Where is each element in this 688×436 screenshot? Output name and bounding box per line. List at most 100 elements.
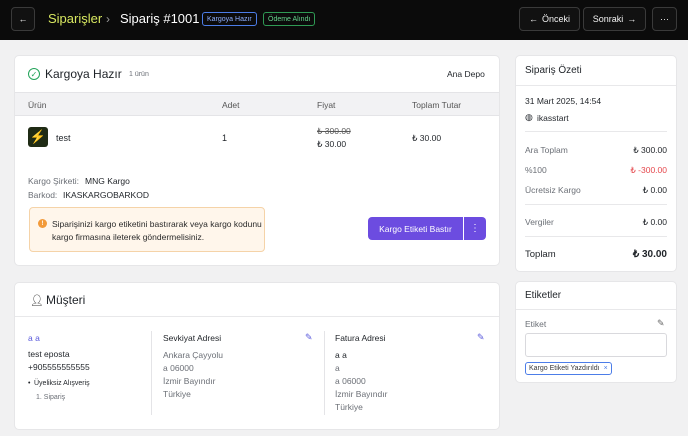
warning-text: Siparişinizi kargo etiketini bastırarak … [52, 219, 262, 242]
product-name[interactable]: test [56, 133, 71, 143]
column-total: Toplam Tutar [412, 100, 462, 110]
column-price: Fiyat [317, 100, 336, 110]
tags-card: Etiketler Etiket ✎ Kargo Etiketi Yazdırı… [515, 281, 677, 383]
back-button[interactable]: ← [11, 7, 35, 31]
summary-title: Sipariş Özeti [525, 65, 582, 76]
globe-icon: ◍ [525, 112, 533, 122]
barcode-value: IKASKARGOBARKOD [63, 190, 149, 200]
customer-name-link[interactable]: a a [28, 333, 40, 343]
subtotal-label: Ara Toplam [525, 145, 568, 155]
divider [525, 236, 667, 237]
shipping-line-3: İzmir Bayındır [163, 376, 216, 386]
summary-row-discount: %100 ₺ -300.00 [525, 165, 667, 176]
tag-chip: Kargo Etiketi Yazdırıldı × [525, 362, 612, 375]
previous-order-button[interactable]: ← Önceki [519, 7, 580, 31]
pencil-icon[interactable]: ✎ [657, 318, 665, 329]
subtotal-value: ₺ 300.00 [633, 145, 667, 155]
kebab-menu-icon: ⋮ [470, 223, 480, 234]
membership-status: Üyeliksiz Alışveriş [34, 380, 90, 387]
edit-billing-icon[interactable]: ✎ [477, 332, 485, 343]
divider [516, 85, 676, 86]
billing-line-3: İzmir Bayındır [335, 389, 388, 399]
order-count: 1. Sipariş [36, 394, 66, 401]
product-quantity: 1 [222, 133, 228, 143]
top-bar: ← Siparişler › Sipariş #1001 Kargoya Haz… [0, 0, 688, 40]
customer-title: Müşteri [46, 293, 86, 307]
product-old-price: ₺ 300.00 [317, 126, 351, 136]
divider [15, 316, 499, 317]
taxes-label: Vergiler [525, 217, 554, 227]
item-count: 1 ürün [129, 71, 149, 78]
table-header: Ürün Adet Fiyat Toplam Tutar [15, 92, 499, 116]
previous-label: Önceki [541, 14, 570, 24]
divider [151, 331, 152, 415]
fulfillment-title: Kargoya Hazır [45, 67, 122, 81]
shipping-label: Ücretsiz Kargo [525, 185, 581, 195]
billing-name: a a [335, 350, 347, 360]
arrow-left-icon: ← [18, 14, 28, 24]
carrier-label: Kargo Şirketi: [28, 176, 80, 186]
print-options-button[interactable]: ⋮ [464, 217, 486, 240]
total-value: ₺ 30.00 [632, 249, 667, 260]
shipping-value: ₺ 0.00 [642, 185, 667, 195]
shipping-line-1: Ankara Çayyolu [163, 350, 224, 360]
status-badge-payment: Ödeme Alındı [263, 12, 316, 26]
breadcrumb-orders-link[interactable]: Siparişler [48, 11, 102, 26]
summary-row-shipping: Ücretsiz Kargo ₺ 0.00 [525, 185, 667, 196]
tag-field-label: Etiket [525, 319, 547, 329]
warehouse-name: Ana Depo [447, 69, 485, 79]
summary-row-subtotal: Ara Toplam ₺ 300.00 [525, 145, 667, 156]
warning-icon: ! [38, 219, 47, 228]
customer-email: test eposta [28, 349, 70, 359]
barcode-label: Barkod: [28, 190, 58, 200]
divider [324, 331, 325, 415]
fulfillment-card: ✓ Kargoya Hazır 1 ürün Ana Depo Ürün Ade… [14, 55, 500, 266]
billing-line-1: a [335, 363, 340, 373]
shipping-line-4: Türkiye [163, 389, 191, 399]
more-actions-button[interactable]: ··· [652, 7, 677, 31]
order-date: 31 Mart 2025, 14:54 [525, 96, 602, 106]
customer-card: 👤︎ Müşteri a a test eposta +905555555555… [14, 282, 500, 430]
edit-shipping-icon[interactable]: ✎ [305, 332, 313, 343]
divider [516, 309, 676, 310]
arrow-right-icon: → [627, 14, 637, 24]
billing-address-title: Fatura Adresi [335, 333, 386, 343]
divider [525, 131, 667, 132]
customer-phone: +905555555555 [28, 362, 90, 372]
remove-tag-icon[interactable]: × [604, 365, 608, 372]
shipping-address-title: Sevkiyat Adresi [163, 333, 222, 343]
product-total: ₺ 30.00 [412, 133, 442, 143]
next-label: Sonraki [592, 14, 624, 24]
column-product: Ürün [28, 100, 47, 110]
print-label-button[interactable]: Kargo Etiketi Bastır [368, 217, 463, 240]
sales-channel: ikasstart [537, 113, 569, 123]
check-circle-icon: ✓ [28, 68, 40, 80]
billing-line-4: Türkiye [335, 402, 363, 412]
membership-bullet: • [28, 380, 31, 387]
billing-line-2: a 06000 [335, 376, 366, 386]
next-order-button[interactable]: Sonraki → [583, 7, 646, 31]
divider [525, 204, 667, 205]
product-price: ₺ 30.00 [317, 139, 347, 149]
discount-label: %100 [525, 165, 547, 175]
shipping-line-2: a 06000 [163, 363, 194, 373]
shipping-warning: ! Siparişinizi kargo etiketini bastırara… [29, 207, 265, 252]
summary-row-total: Toplam ₺ 30.00 [525, 249, 667, 260]
tag-input[interactable] [525, 333, 667, 357]
page-title: Sipariş #1001 [120, 11, 200, 26]
tags-title: Etiketler [525, 290, 562, 301]
user-icon: 👤︎ [30, 295, 44, 307]
column-quantity: Adet [222, 100, 240, 110]
arrow-left-icon: ← [528, 14, 538, 24]
status-badge-fulfillment: Kargoya Hazır [202, 12, 257, 26]
order-summary-card: Sipariş Özeti 31 Mart 2025, 14:54 ◍ ikas… [515, 55, 677, 272]
taxes-value: ₺ 0.00 [642, 217, 667, 227]
total-label: Toplam [525, 249, 556, 260]
discount-value: ₺ -300.00 [630, 165, 667, 175]
carrier-value: MNG Kargo [85, 176, 130, 186]
breadcrumb-separator: › [106, 12, 110, 26]
product-thumbnail[interactable]: ⚡ [28, 127, 48, 147]
more-icon: ··· [660, 14, 669, 24]
summary-row-taxes: Vergiler ₺ 0.00 [525, 217, 667, 228]
tag-chip-label: Kargo Etiketi Yazdırıldı [529, 365, 600, 372]
